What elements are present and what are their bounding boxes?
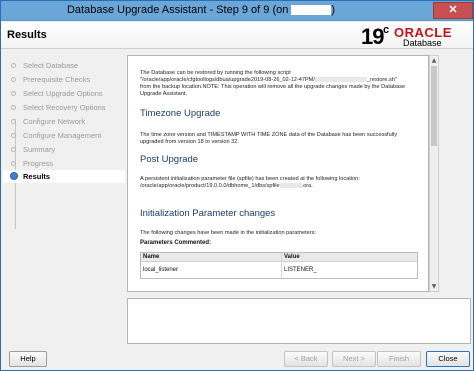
step-dot-icon (11, 147, 16, 152)
step-dot-icon (11, 161, 16, 166)
nav-step-select-database[interactable]: Select Database (3, 59, 125, 72)
table-cell-name: local_listener (143, 267, 179, 273)
step-dot-icon (11, 133, 16, 138)
close-button[interactable]: Close (426, 351, 470, 367)
help-button[interactable]: Help (9, 351, 47, 367)
details-panel (127, 298, 471, 344)
back-button[interactable]: < Back (284, 351, 328, 367)
scroll-down-icon[interactable]: ▼ (430, 282, 438, 291)
table-cell-value: LISTENER_ (284, 267, 317, 273)
scroll-up-icon[interactable]: ▲ (430, 56, 438, 65)
nav-step-select-upgrade-options[interactable]: Select Upgrade Options (3, 87, 125, 100)
nav-step-select-recovery-options[interactable]: Select Recovery Options (3, 101, 125, 114)
timezone-text-2: upgraded from version 18 to version 32. (140, 139, 239, 145)
window-close-button[interactable]: ✕ (433, 2, 473, 19)
finish-button[interactable]: Finish (377, 351, 421, 367)
content-scrollbar[interactable]: ▲ ▼ (429, 55, 439, 292)
params-table: Name Value local_listener LISTENER_ (140, 252, 418, 279)
title-bar: Database Upgrade Assistant - Step 9 of 9… (1, 1, 473, 21)
scroll-thumb[interactable] (431, 66, 437, 146)
oracle-database-logo: 19 c ORACLE Database (361, 24, 452, 49)
next-button[interactable]: Next > (332, 351, 376, 367)
step-dot-icon (11, 91, 16, 96)
step-dot-icon (11, 77, 16, 82)
restore-text-3: from the backup location.NOTE: This oper… (140, 84, 406, 90)
step-dot-icon (11, 63, 16, 68)
redacted-sid (279, 183, 302, 189)
nav-step-results[interactable]: Results (3, 170, 125, 183)
params-commented-label: Parameters Commented: (140, 240, 212, 246)
post-upgrade-heading: Post Upgrade (140, 154, 199, 165)
restore-text-4: Upgrade Assistant. (140, 91, 187, 97)
nav-step-configure-management[interactable]: Configure Management (3, 129, 125, 142)
page-title: Results (7, 29, 47, 41)
results-content: The Database can be restored by running … (127, 55, 429, 292)
column-header-name: Name (141, 253, 281, 262)
step-navigation: Select Database Prerequisite Checks Sele… (3, 55, 125, 345)
init-param-heading: Initialization Parameter changes (140, 208, 276, 219)
current-step-icon (10, 172, 18, 180)
nav-step-configure-network[interactable]: Configure Network (3, 115, 125, 128)
column-header-value: Value (282, 253, 417, 262)
post-upgrade-text-2: /oracle/app/oracle/product/19.0.0.0/dbho… (140, 183, 313, 189)
step-dot-icon (11, 119, 16, 124)
restore-text-1: The Database can be restored by running … (140, 70, 291, 76)
timezone-text-1: The time zone version and TIMESTAMP WITH… (140, 132, 398, 138)
redacted-host (291, 5, 332, 16)
dbua-window: Database Upgrade Assistant - Step 9 of 9… (0, 0, 474, 371)
nav-step-summary[interactable]: Summary (3, 143, 125, 156)
nav-step-prerequisite-checks[interactable]: Prerequisite Checks (3, 73, 125, 86)
window-title: Database Upgrade Assistant - Step 9 of 9… (66, 4, 336, 16)
redacted-db-name (314, 77, 367, 83)
step-dot-icon (11, 105, 16, 110)
timezone-heading: Timezone Upgrade (140, 108, 221, 119)
nav-step-progress[interactable]: Progress (3, 157, 125, 170)
post-upgrade-text-1: A persistent initialization parameter fi… (140, 176, 360, 182)
init-param-text: The following changes have been made in … (140, 230, 316, 236)
restore-text-2: "/oracle/app/oracle/cfgtoollogs/dbua/upg… (140, 77, 397, 83)
page-header: Results 19 c ORACLE Database (1, 22, 473, 49)
